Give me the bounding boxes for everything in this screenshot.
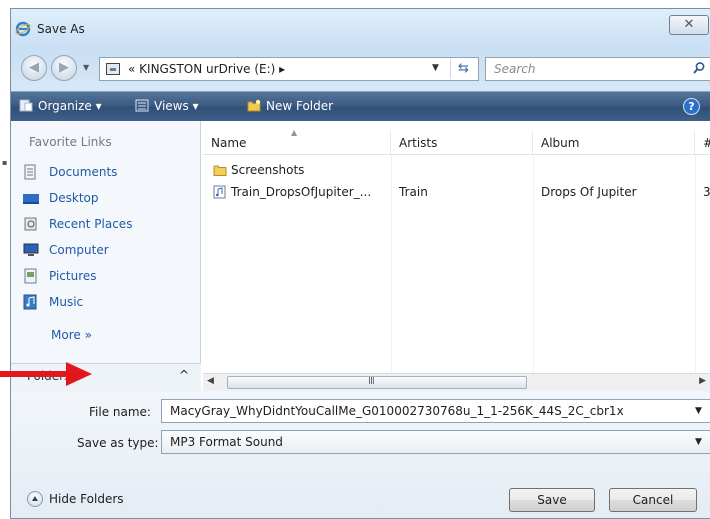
sidebar-item-label: Pictures bbox=[49, 269, 97, 283]
list-item[interactable]: Train_DropsOfJupiter_... Train Drops Of … bbox=[203, 183, 710, 203]
browser-area: Favorite Links Documents Desktop Recent … bbox=[11, 121, 710, 391]
address-row: ◀ ▶ ▼ « KINGSTON urDrive (E:) ▸ ▼ ⇆ Sear… bbox=[11, 49, 710, 83]
close-button[interactable]: ✕ bbox=[669, 15, 709, 35]
refresh-icon: ⇆ bbox=[458, 61, 469, 76]
save-as-type-value: MP3 Format Sound bbox=[170, 435, 283, 449]
favorite-links-list: Documents Desktop Recent Places Computer… bbox=[23, 163, 132, 319]
column-label: Album bbox=[541, 136, 580, 150]
sidebar-item-label: Music bbox=[49, 295, 84, 309]
column-label: # bbox=[703, 136, 710, 150]
organize-label: Organize ▾ bbox=[38, 99, 102, 113]
horizontal-scrollbar[interactable]: ◀ III ▶ bbox=[203, 373, 710, 391]
folder-icon bbox=[213, 165, 227, 176]
save-as-type-label: Save as type: bbox=[77, 436, 159, 450]
navigation-pane: Favorite Links Documents Desktop Recent … bbox=[11, 121, 201, 391]
file-artists: Train bbox=[399, 185, 428, 199]
views-label: Views ▾ bbox=[154, 99, 199, 113]
edge-mark: ▪ bbox=[2, 158, 8, 167]
column-name[interactable]: ▲ Name bbox=[203, 128, 391, 155]
title-bar: Save As ✕ bbox=[11, 9, 710, 47]
views-icon bbox=[135, 99, 149, 112]
sidebar-item-desktop[interactable]: Desktop bbox=[23, 189, 132, 215]
chevron-up-icon[interactable]: ^ bbox=[179, 368, 189, 382]
views-button[interactable]: Views ▾ bbox=[135, 99, 199, 113]
scroll-grip: III bbox=[368, 376, 375, 387]
column-label: Artists bbox=[399, 136, 438, 150]
sidebar-item-label: Desktop bbox=[49, 191, 99, 205]
forward-arrow-icon: ▶ bbox=[59, 60, 69, 75]
file-name-label: File name: bbox=[89, 405, 151, 419]
sidebar-item-label: Computer bbox=[49, 243, 109, 257]
search-placeholder: Search bbox=[494, 62, 536, 76]
scroll-right-icon[interactable]: ▶ bbox=[699, 376, 706, 386]
more-links-button[interactable]: More » bbox=[51, 328, 92, 342]
drive-icon bbox=[106, 63, 120, 75]
pictures-icon bbox=[24, 268, 37, 284]
back-arrow-icon: ◀ bbox=[29, 60, 39, 75]
recent-pages-dropdown-icon[interactable]: ▼ bbox=[83, 63, 89, 72]
window-title: Save As bbox=[37, 22, 85, 36]
back-button[interactable]: ◀ bbox=[21, 55, 47, 81]
sort-arrow-icon: ▲ bbox=[291, 128, 298, 137]
new-folder-icon bbox=[247, 99, 261, 112]
refresh-button[interactable]: ⇆ bbox=[450, 59, 476, 79]
red-arrow-annotation bbox=[0, 362, 92, 386]
sidebar-item-label: Recent Places bbox=[49, 217, 133, 231]
computer-icon bbox=[23, 243, 39, 256]
search-input[interactable]: Search bbox=[485, 57, 710, 81]
chevron-down-icon[interactable]: ▼ bbox=[695, 437, 702, 447]
organize-icon bbox=[19, 99, 33, 112]
file-name: Screenshots bbox=[231, 163, 305, 177]
save-button[interactable]: Save bbox=[509, 488, 595, 512]
sidebar-item-pictures[interactable]: Pictures bbox=[23, 267, 132, 293]
file-name-field[interactable] bbox=[161, 399, 710, 423]
cancel-button[interactable]: Cancel bbox=[609, 488, 697, 512]
save-form: File name: ▼ Save as type: MP3 Format So… bbox=[11, 391, 710, 518]
hide-folders-button[interactable]: Hide Folders bbox=[27, 491, 124, 507]
column-track-number[interactable]: # bbox=[695, 131, 710, 155]
recent-places-icon bbox=[24, 217, 37, 231]
sidebar-item-music[interactable]: Music bbox=[23, 293, 132, 319]
sidebar-item-documents[interactable]: Documents bbox=[23, 163, 132, 189]
documents-icon bbox=[24, 164, 36, 180]
column-header: ▲ Name Artists Album # bbox=[203, 128, 710, 155]
internet-explorer-icon bbox=[15, 21, 31, 37]
desktop-icon bbox=[23, 194, 39, 204]
favorite-links-title: Favorite Links bbox=[29, 135, 112, 149]
save-as-type-select[interactable]: MP3 Format Sound bbox=[161, 430, 710, 454]
address-bar[interactable]: « KINGSTON urDrive (E:) ▸ ▼ ⇆ bbox=[99, 57, 479, 81]
forward-button[interactable]: ▶ bbox=[51, 55, 77, 81]
file-track-number: 3 bbox=[703, 185, 710, 199]
hide-folders-label: Hide Folders bbox=[49, 492, 124, 506]
sidebar-item-recent-places[interactable]: Recent Places bbox=[23, 215, 132, 241]
column-artists[interactable]: Artists bbox=[391, 131, 533, 155]
file-list: ▲ Name Artists Album # Screenshots Train… bbox=[203, 121, 710, 391]
column-album[interactable]: Album bbox=[533, 131, 695, 155]
address-path[interactable]: « KINGSTON urDrive (E:) ▸ bbox=[128, 62, 285, 76]
scrollbar-thumb[interactable]: III bbox=[227, 376, 527, 389]
audio-file-icon bbox=[213, 185, 226, 199]
file-album: Drops Of Jupiter bbox=[541, 185, 637, 199]
command-toolbar: Organize ▾ Views ▾ New Folder ? bbox=[11, 91, 710, 121]
close-icon: ✕ bbox=[683, 17, 695, 32]
help-icon[interactable]: ? bbox=[683, 98, 700, 115]
save-as-dialog: Save As ✕ ◀ ▶ ▼ « KINGSTON urDrive (E:) … bbox=[10, 8, 710, 519]
address-dropdown-icon[interactable]: ▼ bbox=[432, 63, 439, 73]
sidebar-item-label: Documents bbox=[49, 165, 118, 179]
organize-button[interactable]: Organize ▾ bbox=[19, 99, 102, 113]
scroll-left-icon[interactable]: ◀ bbox=[207, 376, 214, 386]
music-icon bbox=[23, 294, 37, 310]
list-item[interactable]: Screenshots bbox=[203, 161, 710, 181]
new-folder-label: New Folder bbox=[266, 99, 334, 113]
search-icon[interactable] bbox=[692, 61, 706, 75]
sidebar-item-computer[interactable]: Computer bbox=[23, 241, 132, 267]
column-label: Name bbox=[211, 136, 247, 150]
collapse-icon bbox=[27, 491, 43, 507]
file-name: Train_DropsOfJupiter_... bbox=[231, 185, 372, 199]
new-folder-button[interactable]: New Folder bbox=[247, 99, 333, 113]
file-name-dropdown-icon[interactable]: ▼ bbox=[695, 406, 702, 416]
